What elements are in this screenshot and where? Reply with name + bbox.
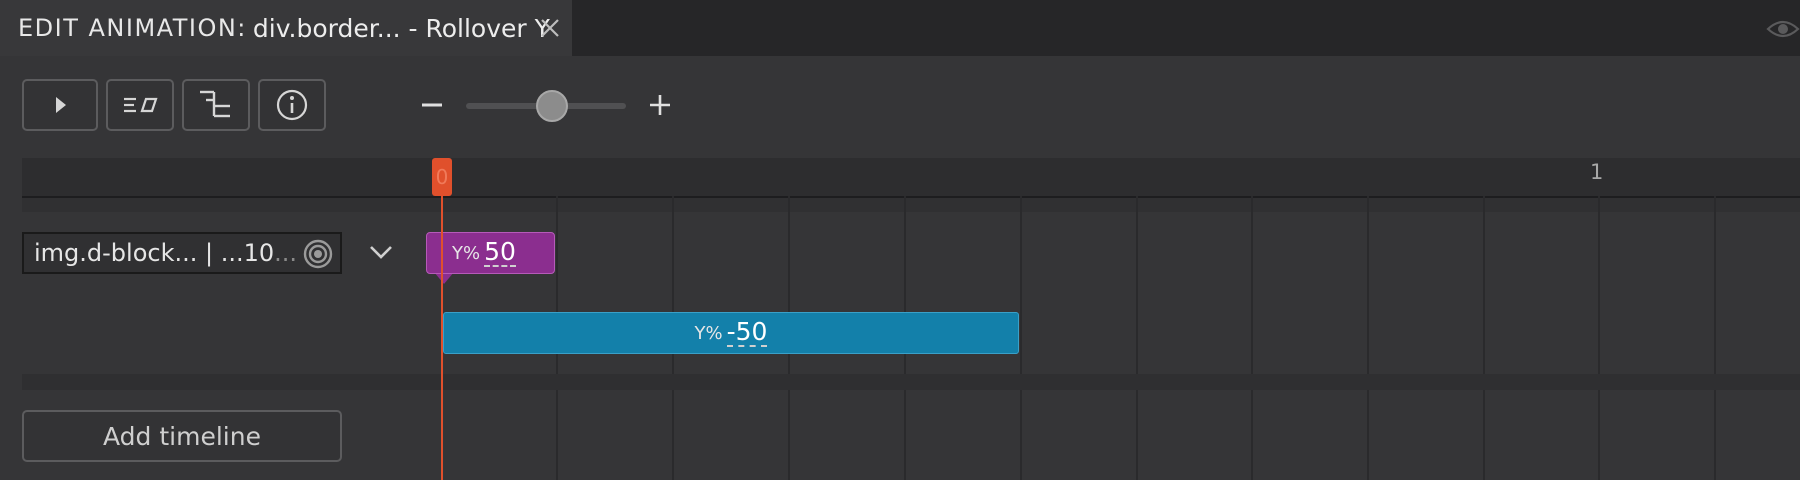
- play-button[interactable]: [22, 79, 98, 131]
- gridline: [1136, 196, 1138, 480]
- chevron-down-icon[interactable]: [366, 240, 396, 264]
- keyframe-property: Y%: [452, 242, 481, 264]
- gridline: [1714, 196, 1716, 480]
- close-icon[interactable]: [536, 14, 564, 42]
- zoom-in-icon[interactable]: [645, 90, 675, 120]
- gridline: [1598, 196, 1600, 480]
- timeline-tree-icon: [200, 90, 230, 118]
- time-ruler[interactable]: [22, 158, 1800, 198]
- target-icon[interactable]: [302, 238, 334, 270]
- tab-prefix: EDIT ANIMATION:: [18, 14, 247, 42]
- playhead-handle[interactable]: 0: [432, 158, 452, 196]
- gridline: [1483, 196, 1485, 480]
- add-timeline-button[interactable]: Add timeline: [22, 410, 342, 462]
- gridline: [1251, 196, 1253, 480]
- tab-edit-animation[interactable]: EDIT ANIMATION: div.border... - Rollover…: [0, 0, 572, 56]
- playhead-line: [441, 190, 443, 480]
- ruler-label-1: 1: [1590, 160, 1604, 184]
- keyframe-value[interactable]: 50: [484, 239, 516, 267]
- keyframe-value[interactable]: -50: [726, 319, 768, 347]
- target-label: img.d-block... | ...10: [34, 239, 275, 267]
- row-separator: [22, 198, 1800, 212]
- timeline-tree-button[interactable]: [182, 79, 250, 131]
- zoom-out-icon[interactable]: [417, 90, 447, 120]
- tab-bar: EDIT ANIMATION: div.border... - Rollover…: [0, 0, 1800, 56]
- gridline: [1020, 196, 1022, 480]
- target-overflow: ...: [274, 239, 298, 267]
- tab-title: div.border... - Rollover Y: [252, 13, 550, 43]
- zoom-slider-thumb[interactable]: [536, 90, 568, 122]
- play-icon: [56, 97, 66, 113]
- info-button[interactable]: [258, 79, 326, 131]
- keyframe-tween-bar[interactable]: Y% -50: [443, 312, 1019, 354]
- keyframe-start[interactable]: Y% 50: [426, 232, 555, 274]
- keyframe-property: Y%: [694, 322, 723, 344]
- gridline: [1367, 196, 1369, 480]
- info-icon: [276, 89, 308, 121]
- easing-button[interactable]: [106, 79, 174, 131]
- row-separator: [22, 374, 1800, 390]
- timeline-target-selector[interactable]: img.d-block... | ...10 ...: [22, 232, 342, 274]
- eye-icon[interactable]: [1766, 16, 1800, 42]
- easing-icon: [124, 97, 158, 113]
